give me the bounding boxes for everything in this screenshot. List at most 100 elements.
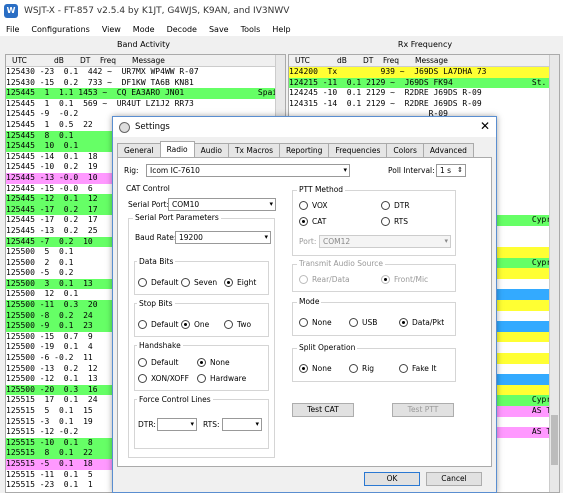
ptt-port-select[interactable]: COM12 ▾: [319, 235, 451, 248]
table-row[interactable]: 124215 -11 0.1 2129 ~ J69DS FK94 St. L: [289, 77, 559, 89]
tab-advanced[interactable]: Advanced: [422, 143, 474, 157]
serial-port-select[interactable]: COM10 ▾: [168, 198, 276, 211]
test-cat-button[interactable]: Test CAT: [292, 403, 354, 417]
ok-button[interactable]: OK: [364, 472, 420, 486]
data-bits-eight-radio[interactable]: Eight: [224, 278, 256, 287]
row-text: 125500 -6 -0.2 11: [6, 353, 93, 363]
radio-indicator: [224, 320, 233, 329]
tab-colors[interactable]: Colors: [386, 143, 424, 157]
transmit-audio-title: Transmit Audio Source: [297, 259, 385, 268]
app-icon: W: [4, 4, 18, 18]
row-text: 125500 -20 0.3 16: [6, 384, 98, 394]
serial-port-value: COM10: [172, 200, 200, 209]
tab-tx-macros[interactable]: Tx Macros: [227, 143, 280, 157]
audio-front-mic-radio[interactable]: Front/Mic: [381, 275, 428, 284]
tab-frequencies[interactable]: Frequencies: [328, 143, 388, 157]
table-row[interactable]: 124200 Tx 939 ~ J69DS LA7DHA 73: [289, 67, 559, 78]
row-text: 124200 Tx 939 ~ J69DS LA7DHA 73: [289, 67, 487, 76]
baud-rate-select[interactable]: 19200 ▾: [175, 231, 271, 244]
stop-bits-one-radio[interactable]: One: [181, 320, 209, 329]
rig-select[interactable]: Icom IC-7610 ▾: [146, 164, 350, 177]
table-row[interactable]: 124315 -14 0.1 2129 ~ R2DRE J69DS R-09: [289, 98, 559, 110]
row-text: 125445 8 0.1: [6, 130, 74, 140]
row-text: 125445 -13 -0.0 10: [6, 172, 98, 182]
mode-data-pkt-radio[interactable]: Data/Pkt: [399, 318, 444, 327]
menu-tools[interactable]: Tools: [235, 25, 267, 34]
row-text: 125500 -12 0.1 13: [6, 374, 98, 384]
serial-params-group: Serial Port Parameters Baud Rate: 19200 ▾…: [128, 213, 275, 458]
row-text: 125500 -11 0.3 20: [6, 300, 98, 310]
settings-tabs: General Radio Audio Tx Macros Reporting …: [117, 141, 474, 157]
table-row[interactable]: 125430 -23 0.1 442 ~ UR7MX WP4WW R-07: [6, 67, 285, 78]
settings-title: Settings: [135, 122, 170, 132]
ptt-cat-radio[interactable]: CAT: [299, 217, 326, 226]
col-freq: Freq: [100, 56, 117, 65]
tab-radio[interactable]: Radio: [159, 141, 195, 157]
tab-general[interactable]: General: [117, 143, 161, 157]
col-utc: UTC: [295, 56, 310, 65]
audio-rear-data-radio[interactable]: Rear/Data: [299, 275, 350, 284]
table-row[interactable]: 124245 -10 0.1 2129 ~ R2DRE J69DS R-09: [289, 88, 559, 99]
row-text: 125515 -12 -0.2: [6, 427, 79, 437]
settings-title-bar: Settings ✕: [113, 117, 496, 137]
transmit-audio-group: Transmit Audio Source Rear/Data Front/Mi…: [292, 259, 456, 292]
ptt-port-value: COM12: [323, 237, 351, 246]
ptt-rts-radio[interactable]: RTS: [381, 217, 408, 226]
option-label: XON/XOFF: [151, 374, 189, 383]
poll-interval-spinbox[interactable]: 1 s ⇕: [436, 164, 466, 177]
rts-select[interactable]: ▾: [222, 418, 262, 431]
col-utc: UTC: [12, 56, 27, 65]
row-text: 125500 2 0.1: [6, 257, 74, 267]
rx-frequency-scrollbar[interactable]: [549, 55, 559, 492]
stop-bits-group: Stop Bits Default One Two: [134, 299, 269, 337]
tab-audio[interactable]: Audio: [193, 143, 229, 157]
test-ptt-button[interactable]: Test PTT: [392, 403, 454, 417]
handshake-xonxoff-radio[interactable]: XON/XOFF: [138, 374, 189, 383]
table-row[interactable]: 125445 1 0.1 569 ~ UR4UT LZ1J2 RR73: [6, 98, 285, 110]
ptt-vox-radio[interactable]: VOX: [299, 201, 328, 210]
table-row[interactable]: 125430 -15 0.2 733 ~ DF1KW TA6B KN81: [6, 77, 285, 89]
rig-value: Icom IC-7610: [150, 166, 200, 175]
option-label: CAT: [312, 217, 327, 226]
menu-mode[interactable]: Mode: [127, 25, 161, 34]
stop-bits-two-radio[interactable]: Two: [224, 320, 251, 329]
menu-file[interactable]: File: [0, 25, 25, 34]
split-fake-it-radio[interactable]: Fake It: [399, 364, 436, 373]
data-bits-default-radio[interactable]: Default: [138, 278, 178, 287]
row-text: 125445 10 0.1: [6, 141, 79, 151]
data-bits-seven-radio[interactable]: Seven: [181, 278, 217, 287]
handshake-none-radio[interactable]: None: [197, 358, 230, 367]
option-label: Eight: [237, 278, 257, 287]
radio-indicator: [299, 275, 308, 284]
row-text: 125500 -9 0.1 23: [6, 321, 93, 331]
menu-decode[interactable]: Decode: [161, 25, 203, 34]
row-text: 125430 -23 0.1 442 ~ UR7MX WP4WW R-07: [6, 67, 199, 76]
data-bits-title: Data Bits: [137, 257, 176, 266]
data-bits-group: Data Bits Default Seven Eight: [134, 257, 269, 295]
close-icon[interactable]: ✕: [480, 119, 490, 133]
ptt-dtr-radio[interactable]: DTR: [381, 201, 410, 210]
option-label: DTR: [394, 201, 410, 210]
handshake-hardware-radio[interactable]: Hardware: [197, 374, 246, 383]
dtr-select[interactable]: ▾: [157, 418, 197, 431]
poll-interval-value: 1 s: [440, 166, 452, 175]
chevron-down-icon: ▾: [190, 420, 194, 428]
handshake-default-radio[interactable]: Default: [138, 358, 178, 367]
split-none-radio[interactable]: None: [299, 364, 332, 373]
cancel-button[interactable]: Cancel: [426, 472, 482, 486]
mode-none-radio[interactable]: None: [299, 318, 332, 327]
menu-view[interactable]: View: [96, 25, 127, 34]
menu-save[interactable]: Save: [203, 25, 235, 34]
stop-bits-default-radio[interactable]: Default: [138, 320, 178, 329]
scroll-thumb[interactable]: [551, 415, 558, 465]
row-text: 125445 -9 -0.2: [6, 109, 79, 119]
radio-indicator: [138, 358, 147, 367]
table-row[interactable]: 125445 1 1.1 1453 ~ CQ EA3ARO JN01 Spain: [6, 88, 285, 99]
split-rig-radio[interactable]: Rig: [349, 364, 374, 373]
mode-usb-radio[interactable]: USB: [349, 318, 377, 327]
menu-help[interactable]: Help: [266, 25, 296, 34]
row-text: 125445 1 0.5 22: [6, 119, 93, 129]
tab-reporting[interactable]: Reporting: [278, 143, 330, 157]
row-text: 125500 -13 0.2 12: [6, 363, 98, 373]
menu-configurations[interactable]: Configurations: [25, 25, 95, 34]
